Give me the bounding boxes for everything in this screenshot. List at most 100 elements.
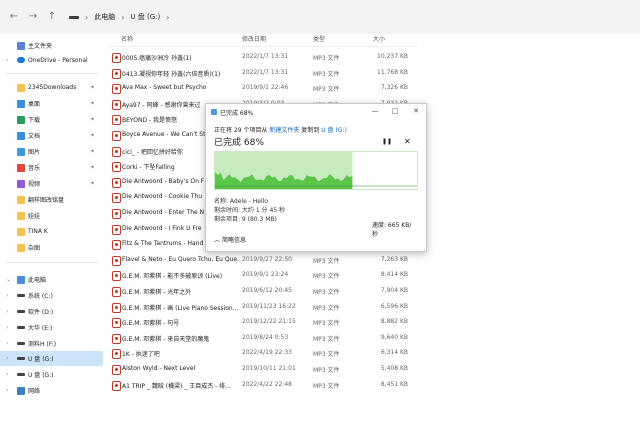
mp3-file-icon (112, 271, 121, 282)
file-row[interactable]: G.E.M. 邓紫棋 - 画 (Live Piano Session... 201… (108, 300, 418, 315)
file-type: MP3 文件 (313, 86, 340, 94)
breadcrumb[interactable]: › 此电脑 › U 盘 (G:) › (69, 9, 169, 25)
mp3-file-icon (112, 115, 121, 126)
drive-icon (17, 342, 25, 345)
folder-icon (17, 211, 25, 220)
pin-icon: ✦ (90, 164, 96, 171)
address-toolbar: ← → ↑ › 此电脑 › U 盘 (G:) › (0, 0, 640, 34)
sidebar-item-folder-3[interactable]: 杂图 (0, 240, 103, 255)
sidebar-item-drive-g[interactable]: › U 盘 (G:) (0, 351, 103, 366)
chevron-down-icon[interactable]: ⌄ (6, 276, 11, 283)
sidebar-item-drive-e[interactable]: › 大华 (E:) (0, 320, 103, 335)
file-row[interactable]: Alston Wyld - Next Level 2019/10/11 21:01… (108, 362, 418, 377)
close-icon[interactable]: ✕ (411, 106, 421, 116)
file-type: MP3 文件 (313, 257, 340, 265)
file-size: 10,237 KB (377, 53, 408, 60)
file-row[interactable]: 1K - 执迷了吧 2022/4/19 22:33 MP3 文件 6,314 KB (108, 346, 418, 361)
chevron-right-icon[interactable]: › (6, 387, 8, 394)
minimize-icon[interactable]: — (370, 106, 380, 116)
file-row[interactable]: A1 TRIP _ 魏晗 (横梁) _ 王目成杰 - 绯... 2022/4/22… (108, 378, 418, 393)
download-icon (17, 115, 25, 124)
mp3-file-icon (112, 84, 121, 95)
file-name: 0005.癌痛沙洲冷 孙鑫(1) (122, 55, 192, 62)
copy-description: 正在将 29 个项目从 新建文件夹 复制到 U 盘 (G:) (214, 125, 347, 134)
breadcrumb-item-drive[interactable]: U 盘 (G:) (130, 12, 160, 22)
sidebar-item-2345downloads[interactable]: 2345Downloads ✦ (0, 80, 103, 95)
column-header-type[interactable]: 类型 (313, 34, 325, 46)
file-date: 2019/11/23 16:22 (242, 302, 296, 310)
file-row[interactable]: G.E.M. 邓紫棋 - 句号 2019/12/22 21:15 MP3 文件 8,8… (108, 315, 418, 330)
mp3-file-icon (112, 131, 121, 141)
column-header-date[interactable]: 修改日期 (242, 34, 266, 46)
file-date: 2019/9/1 23:24 (242, 271, 289, 279)
pause-icon[interactable]: ❚❚ (382, 138, 392, 145)
breadcrumb-item-pc[interactable]: 此电脑 (94, 12, 115, 22)
sidebar-item-downloads[interactable]: 下载 ✦ (0, 112, 103, 127)
sidebar-item-videos[interactable]: 视频 ✦ (0, 176, 103, 191)
column-header-size[interactable]: 大小 (373, 34, 385, 46)
chevron-right-icon[interactable]: › (6, 292, 8, 299)
maximize-icon[interactable]: □ (390, 106, 400, 116)
file-type: MP3 文件 (313, 55, 340, 62)
mp3-file-icon (112, 209, 121, 219)
sidebar-item-label: 桌面 (28, 101, 41, 108)
file-row[interactable]: G.E.M. 邓紫棋 - 来自天堂的魔鬼 2019/8/24 0:53 MP3 文件… (108, 331, 418, 346)
pc-icon (17, 275, 25, 284)
file-row[interactable]: Ava Max - Sweet but Psycho 2019/9/1 22:46… (108, 81, 418, 96)
file-row[interactable]: 0005.癌痛沙洲冷 孙鑫(1) 2022/1/7 13:31 MP3 文件 10,2… (108, 50, 418, 65)
less-details-button[interactable]: ︿ 简略信息 (214, 235, 246, 244)
sidebar-item-drive-g-2[interactable]: › U 盘 (G:) (0, 367, 103, 382)
source-folder-link[interactable]: 新建文件夹 (269, 127, 299, 134)
chevron-right-icon[interactable]: › (6, 355, 8, 362)
folder-icon (17, 243, 25, 252)
sidebar-item-drive-d[interactable]: › 软件 (D:) (0, 304, 103, 319)
chevron-right-icon[interactable]: › (6, 340, 8, 347)
file-size: 11,768 KB (377, 68, 408, 76)
sidebar-item-pictures[interactable]: 图片 ✦ (0, 144, 103, 159)
sidebar-item-network[interactable]: › 网络 (0, 383, 103, 398)
chevron-right-icon[interactable]: › (6, 308, 8, 315)
mp3-file-icon (112, 302, 121, 313)
sidebar-item-tina-k[interactable]: TINA K (0, 224, 103, 239)
mp3-file-icon (112, 68, 121, 79)
back-arrow-icon[interactable]: ← (8, 11, 20, 23)
file-row[interactable]: 0413.凝视你年轻 孙鑫(六倍音质)(1) 2022/1/7 13:31 MP3 … (108, 66, 418, 81)
file-name: Alston Wyld - Next Level (122, 365, 196, 372)
desktop-icon (17, 99, 25, 108)
file-row[interactable]: G.E.M. 邓紫棋 - 能不多被原谅 (Live) 2019/9/1 23:24… (108, 268, 418, 283)
file-size: 8,451 KB (380, 380, 408, 388)
chevron-right-icon[interactable]: › (6, 371, 8, 378)
sidebar-item-folder-1[interactable]: 翻样图改铭盘 (0, 192, 103, 207)
file-name: Flavel & Neto - Eu Quero Tchu, Eu Que... (122, 255, 240, 263)
sidebar-item-label: 图片 (28, 149, 41, 156)
chevron-right-icon[interactable]: › (6, 57, 8, 64)
sidebar-item-folder-2[interactable]: 娃娃 (0, 208, 103, 223)
file-name: Ava Max - Sweet but Psycho (122, 84, 207, 92)
column-header-name[interactable]: 名称 (121, 34, 133, 46)
file-name: 0413.凝视你年轻 孙鑫(六倍音质)(1) (122, 70, 221, 78)
sidebar-item-documents[interactable]: 文档 ✦ (0, 128, 103, 143)
file-size: 7,263 KB (380, 255, 408, 263)
chevron-right-icon[interactable]: › (6, 324, 8, 331)
cancel-icon[interactable]: ✕ (404, 137, 411, 146)
file-row[interactable]: G.E.M. 邓紫棋 - 光年之外 2019/6/12 20:45 MP3 文件 7,… (108, 284, 418, 299)
sidebar-item-drive-c[interactable]: › 系统 (C:) (0, 288, 103, 303)
sidebar-item-music[interactable]: 音乐 ✦ (0, 160, 103, 175)
copy-mid: 复制到 (301, 127, 320, 134)
forward-arrow-icon[interactable]: → (27, 11, 39, 23)
file-name: G.E.M. 邓紫棋 - 光年之外 (122, 289, 192, 296)
file-date: 2019/10/11 21:01 (242, 365, 296, 372)
file-size: 6,596 KB (380, 302, 408, 310)
destination-link[interactable]: U 盘 (G:) (321, 127, 347, 134)
up-arrow-icon[interactable]: ↑ (46, 11, 58, 23)
copy-prefix: 正在将 29 个项目从 (214, 127, 268, 134)
pin-icon: ✦ (90, 180, 96, 187)
sidebar-item-this-pc[interactable]: ⌄ 此电脑 (0, 272, 103, 287)
folder-icon (17, 83, 25, 92)
sidebar-item-onedrive[interactable]: › OneDrive - Personal (0, 53, 103, 68)
sidebar-item-drive-f[interactable]: › 测料H (F:) (0, 336, 103, 351)
sidebar-item-desktop[interactable]: 桌面 ✦ (0, 96, 103, 111)
sidebar-item-home[interactable]: 主文件夹 (0, 38, 103, 53)
file-name: A1 TRIP _ 魏晗 (横梁) _ 王目成杰 - 绯... (122, 382, 231, 390)
file-row[interactable]: Flavel & Neto - Eu Quero Tchu, Eu Que...… (108, 253, 418, 268)
